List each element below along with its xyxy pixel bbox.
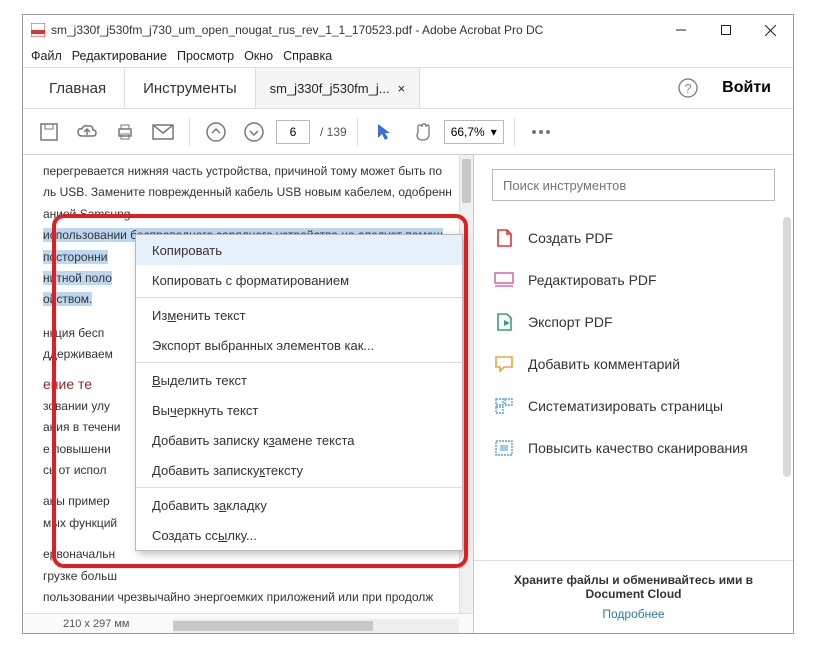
tab-close-icon[interactable]: × <box>398 81 406 96</box>
tools-search-input[interactable] <box>492 169 775 201</box>
comment-icon <box>494 354 514 374</box>
menu-edit[interactable]: Редактирование <box>72 49 167 63</box>
menu-window[interactable]: Окно <box>244 49 273 63</box>
svg-text:?: ? <box>685 81 692 96</box>
menu-help[interactable]: Справка <box>283 49 332 63</box>
statusbar: 210 x 297 мм <box>23 613 473 633</box>
window-controls <box>658 15 793 45</box>
menu-file[interactable]: Файл <box>31 49 62 63</box>
tool-export-pdf[interactable]: Экспорт PDF <box>474 301 793 343</box>
page-dimensions: 210 x 297 мм <box>63 618 130 630</box>
ctx-copy-formatting[interactable]: Копировать с форматированием <box>136 265 462 295</box>
menubar: Файл Редактирование Просмотр Окно Справк… <box>23 45 793 67</box>
cloud-promo: Храните файлы и обменивайтесь ими в Docu… <box>474 560 793 633</box>
zoom-select[interactable]: 66,7% ▾ <box>444 120 504 144</box>
signin-button[interactable]: Войти <box>708 68 785 108</box>
pdf-file-icon <box>31 23 45 37</box>
select-tool-icon[interactable] <box>368 116 400 148</box>
tool-create-pdf[interactable]: Создать PDF <box>474 217 793 259</box>
save-icon[interactable] <box>33 116 65 148</box>
tab-document[interactable]: sm_j330f_j530fm_j... × <box>256 68 421 108</box>
cloud-icon[interactable] <box>71 116 103 148</box>
maximize-button[interactable] <box>703 15 748 45</box>
menu-view[interactable]: Просмотр <box>177 49 234 63</box>
ctx-add-bookmark[interactable]: Добавить закладку <box>136 490 462 520</box>
titlebar: sm_j330f_j530fm_j730_um_open_nougat_rus_… <box>23 15 793 45</box>
context-menu: Копировать Копировать с форматированием … <box>135 234 463 551</box>
next-page-icon[interactable] <box>238 116 270 148</box>
panel-scrollbar[interactable] <box>783 217 791 477</box>
export-pdf-icon <box>494 312 514 332</box>
ctx-note-text[interactable]: Добавить записку к тексту <box>136 455 462 485</box>
ctx-edit-text[interactable]: Изменить текст <box>136 300 462 330</box>
ctx-highlight[interactable]: Выделить текст <box>136 365 462 395</box>
ctx-copy[interactable]: Копировать <box>136 235 462 265</box>
tool-scan[interactable]: Повысить качество сканирования <box>474 427 793 469</box>
print-icon[interactable] <box>109 116 141 148</box>
zoom-value: 66,7% <box>451 125 485 139</box>
learn-more-link[interactable]: Подробнее <box>492 607 775 621</box>
window-title: sm_j330f_j530fm_j730_um_open_nougat_rus_… <box>51 23 658 37</box>
minimize-button[interactable] <box>658 15 703 45</box>
page-total: / 139 <box>320 125 347 139</box>
tools-panel: Создать PDF Редактировать PDF Экспорт PD… <box>473 155 793 633</box>
help-icon[interactable]: ? <box>668 68 708 108</box>
edit-pdf-icon <box>494 270 514 290</box>
mail-icon[interactable] <box>147 116 179 148</box>
tools-list: Создать PDF Редактировать PDF Экспорт PD… <box>474 211 793 560</box>
tabs-row: Главная Инструменты sm_j330f_j530fm_j...… <box>23 67 793 109</box>
scan-icon <box>494 438 514 458</box>
tool-edit-pdf[interactable]: Редактировать PDF <box>474 259 793 301</box>
ctx-note-replace[interactable]: Добавить записку к замене текста <box>136 425 462 455</box>
hand-tool-icon[interactable] <box>406 116 438 148</box>
tab-document-label: sm_j330f_j530fm_j... <box>270 81 390 96</box>
tool-comment[interactable]: Добавить комментарий <box>474 343 793 385</box>
tab-home[interactable]: Главная <box>31 68 125 108</box>
toolbar: / 139 66,7% ▾ <box>23 109 793 155</box>
organize-icon <box>494 396 514 416</box>
create-pdf-icon <box>494 228 514 248</box>
tab-tools[interactable]: Инструменты <box>125 68 256 108</box>
ctx-create-link[interactable]: Создать ссылку... <box>136 520 462 550</box>
page-number-input[interactable] <box>276 120 310 144</box>
horizontal-scrollbar[interactable] <box>173 619 459 633</box>
ctx-export-selection[interactable]: Экспорт выбранных элементов как... <box>136 330 462 360</box>
ctx-strikethrough[interactable]: Вычеркнуть текст <box>136 395 462 425</box>
prev-page-icon[interactable] <box>200 116 232 148</box>
tool-organize[interactable]: Систематизировать страницы <box>474 385 793 427</box>
more-icon[interactable] <box>525 116 557 148</box>
close-button[interactable] <box>748 15 793 45</box>
chevron-down-icon: ▾ <box>491 125 497 139</box>
